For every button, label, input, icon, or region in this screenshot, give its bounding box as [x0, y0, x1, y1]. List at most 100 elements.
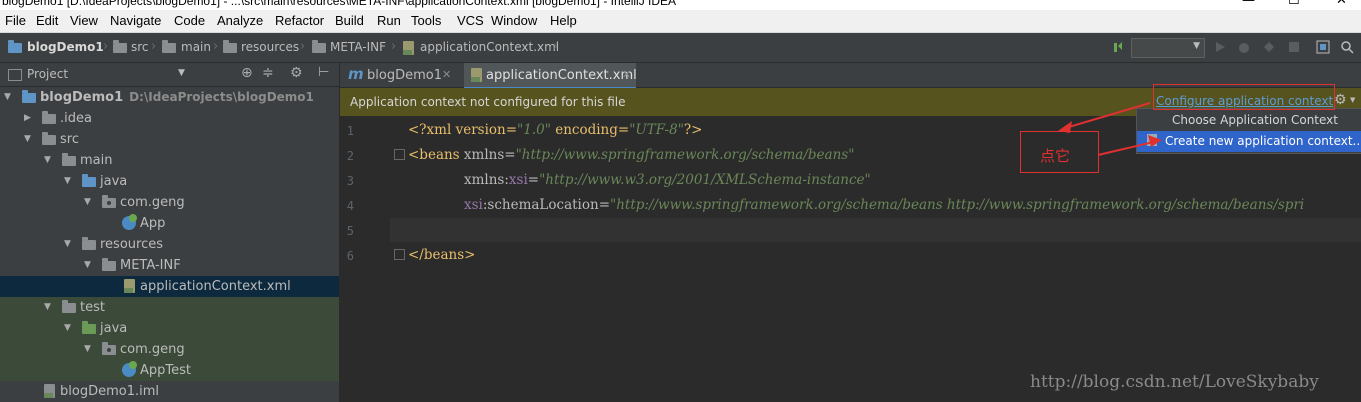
menu-item-create-context[interactable]: Create new application context...: [1137, 131, 1361, 152]
view-mode-dropdown-icon[interactable]: ▼: [178, 68, 185, 78]
menu-file[interactable]: File: [5, 13, 26, 28]
menu-build[interactable]: Build: [335, 13, 364, 28]
package-icon: [102, 342, 116, 355]
expanded-arrow-icon[interactable]: ▼: [24, 134, 31, 144]
maximize-icon[interactable]: ☐: [1288, 0, 1300, 8]
attr-name: :schemaLocation=: [482, 197, 611, 213]
tree-node-test-java[interactable]: ▼ java: [0, 318, 339, 339]
debug-icon[interactable]: [1237, 40, 1251, 54]
coverage-icon[interactable]: [1262, 40, 1276, 54]
chevron-down-icon[interactable]: ▼: [1350, 96, 1355, 104]
project-panel-title[interactable]: Project: [27, 67, 68, 81]
tree-node-package[interactable]: ▼ com.geng: [0, 192, 339, 213]
tree-node-idea[interactable]: ▶ .idea: [0, 108, 339, 129]
expanded-arrow-icon[interactable]: ▼: [4, 92, 11, 102]
tree-node-test[interactable]: ▼ test: [0, 297, 339, 318]
folder-icon: [102, 258, 116, 271]
collapse-all-icon[interactable]: ≑: [262, 65, 274, 81]
attr-value: "UTF-8": [629, 122, 684, 138]
tree-node-label: blogDemo1.iml: [60, 384, 159, 399]
code-line-2: <beans xmlns="http://www.springframework…: [408, 147, 854, 163]
menu-view[interactable]: View: [70, 13, 98, 28]
expanded-arrow-icon[interactable]: ▼: [44, 155, 51, 165]
tree-node-project[interactable]: ▼ blogDemo1 D:\IdeaProjects\blogDemo1: [0, 87, 339, 108]
menu-bar: File Edit View Navigate Code Analyze Ref…: [0, 10, 1361, 33]
source-folder-icon: [82, 174, 96, 187]
collapsed-arrow-icon[interactable]: ▶: [24, 113, 31, 123]
minimize-icon[interactable]: —: [1242, 0, 1255, 8]
hide-panel-icon[interactable]: ⊢: [318, 65, 329, 80]
menu-tools[interactable]: Tools: [411, 13, 441, 28]
breadcrumb-resources[interactable]: resources: [241, 40, 299, 54]
tab-blogdemo1[interactable]: m blogDemo1 ✕: [340, 63, 458, 87]
annotation-box-configure: [1153, 84, 1335, 110]
maven-m-icon: m: [348, 65, 364, 83]
menu-vcs[interactable]: VCS: [457, 13, 484, 28]
menu-edit[interactable]: Edit: [36, 13, 58, 28]
menu-run[interactable]: Run: [377, 13, 401, 28]
tree-node-meta-inf[interactable]: ▼ META-INF: [0, 255, 339, 276]
close-tab-icon[interactable]: ✕: [622, 68, 631, 81]
tree-node-app-class[interactable]: App: [0, 213, 339, 234]
tab-application-context[interactable]: applicationContext.xml ✕: [464, 63, 637, 90]
menu-refactor[interactable]: Refactor: [275, 13, 324, 28]
editor-gutter: 1 2 3 4 5 6: [340, 117, 405, 402]
tree-node-main[interactable]: ▼ main: [0, 150, 339, 171]
tree-node-label: com.geng: [120, 342, 185, 357]
tree-node-label: AppTest: [140, 363, 191, 378]
make-project-icon[interactable]: [1112, 40, 1126, 54]
tree-node-label: main: [80, 153, 113, 168]
gear-icon[interactable]: ⚙: [1334, 92, 1347, 108]
menu-code[interactable]: Code: [174, 13, 205, 28]
resources-folder-icon: [82, 237, 96, 250]
breadcrumb-project[interactable]: blogDemo1: [27, 40, 104, 54]
expanded-arrow-icon[interactable]: ▼: [84, 344, 91, 354]
xml-declaration: ?>: [683, 122, 703, 138]
expanded-arrow-icon[interactable]: ▼: [64, 239, 71, 249]
tree-node-path: D:\IdeaProjects\blogDemo1: [129, 90, 314, 104]
line-number: 1: [346, 124, 354, 138]
tree-node-resources[interactable]: ▼ resources: [0, 234, 339, 255]
code-line-3: xmlns:xsi="http://www.w3.org/2001/XMLSch…: [464, 172, 871, 188]
tree-node-application-context[interactable]: applicationContext.xml: [0, 276, 339, 297]
navigation-bar: blogDemo1 › src › main › resources › MET…: [0, 33, 1361, 63]
menu-analyze[interactable]: Analyze: [217, 13, 263, 28]
run-icon[interactable]: [1213, 40, 1227, 54]
scroll-from-source-icon[interactable]: ⊕: [241, 65, 253, 81]
attr-value: "1.0": [517, 122, 551, 138]
tree-node-java[interactable]: ▼ java: [0, 171, 339, 192]
tree-node-apptest-class[interactable]: AppTest: [0, 360, 339, 381]
breadcrumb-main[interactable]: main: [181, 40, 211, 54]
tree-node-src[interactable]: ▼ src: [0, 129, 339, 150]
attr-name: xmlns=: [463, 147, 516, 163]
xml-file-icon: [471, 68, 482, 82]
expanded-arrow-icon[interactable]: ▼: [64, 323, 71, 333]
breadcrumb-file[interactable]: applicationContext.xml: [420, 40, 559, 54]
run-config-select[interactable]: ▼: [1131, 38, 1205, 58]
close-window-icon[interactable]: ✕: [1336, 0, 1347, 8]
breadcrumb-meta-inf[interactable]: META-INF: [330, 40, 386, 54]
tree-node-label: java: [100, 321, 128, 336]
close-tab-icon[interactable]: ✕: [442, 68, 451, 81]
project-structure-icon[interactable]: [1316, 40, 1330, 54]
tree-node-iml[interactable]: blogDemo1.iml: [0, 381, 339, 402]
chevron-down-icon: ▼: [1193, 41, 1200, 51]
breadcrumb-src[interactable]: src: [131, 40, 149, 54]
project-folder-icon: [8, 40, 22, 53]
menu-help[interactable]: Help: [550, 13, 577, 28]
stop-icon[interactable]: [1287, 40, 1301, 54]
line-number: 5: [346, 224, 354, 238]
expanded-arrow-icon[interactable]: ▼: [44, 302, 51, 312]
menu-window[interactable]: Window: [491, 13, 537, 28]
tree-node-test-package[interactable]: ▼ com.geng: [0, 339, 339, 360]
expanded-arrow-icon[interactable]: ▼: [84, 260, 91, 270]
gear-icon[interactable]: ⚙: [290, 65, 303, 81]
expanded-arrow-icon[interactable]: ▼: [64, 176, 71, 186]
menu-item-choose-context[interactable]: Choose Application Context: [1137, 110, 1361, 131]
expanded-arrow-icon[interactable]: ▼: [84, 197, 91, 207]
search-everywhere-icon[interactable]: [1340, 40, 1354, 54]
menu-navigate[interactable]: Navigate: [110, 13, 161, 28]
tree-node-label: META-INF: [120, 258, 181, 273]
project-view-icon: [8, 69, 22, 81]
code-editor[interactable]: <?xml version="1.0" encoding="UTF-8"?> <…: [390, 117, 1361, 402]
